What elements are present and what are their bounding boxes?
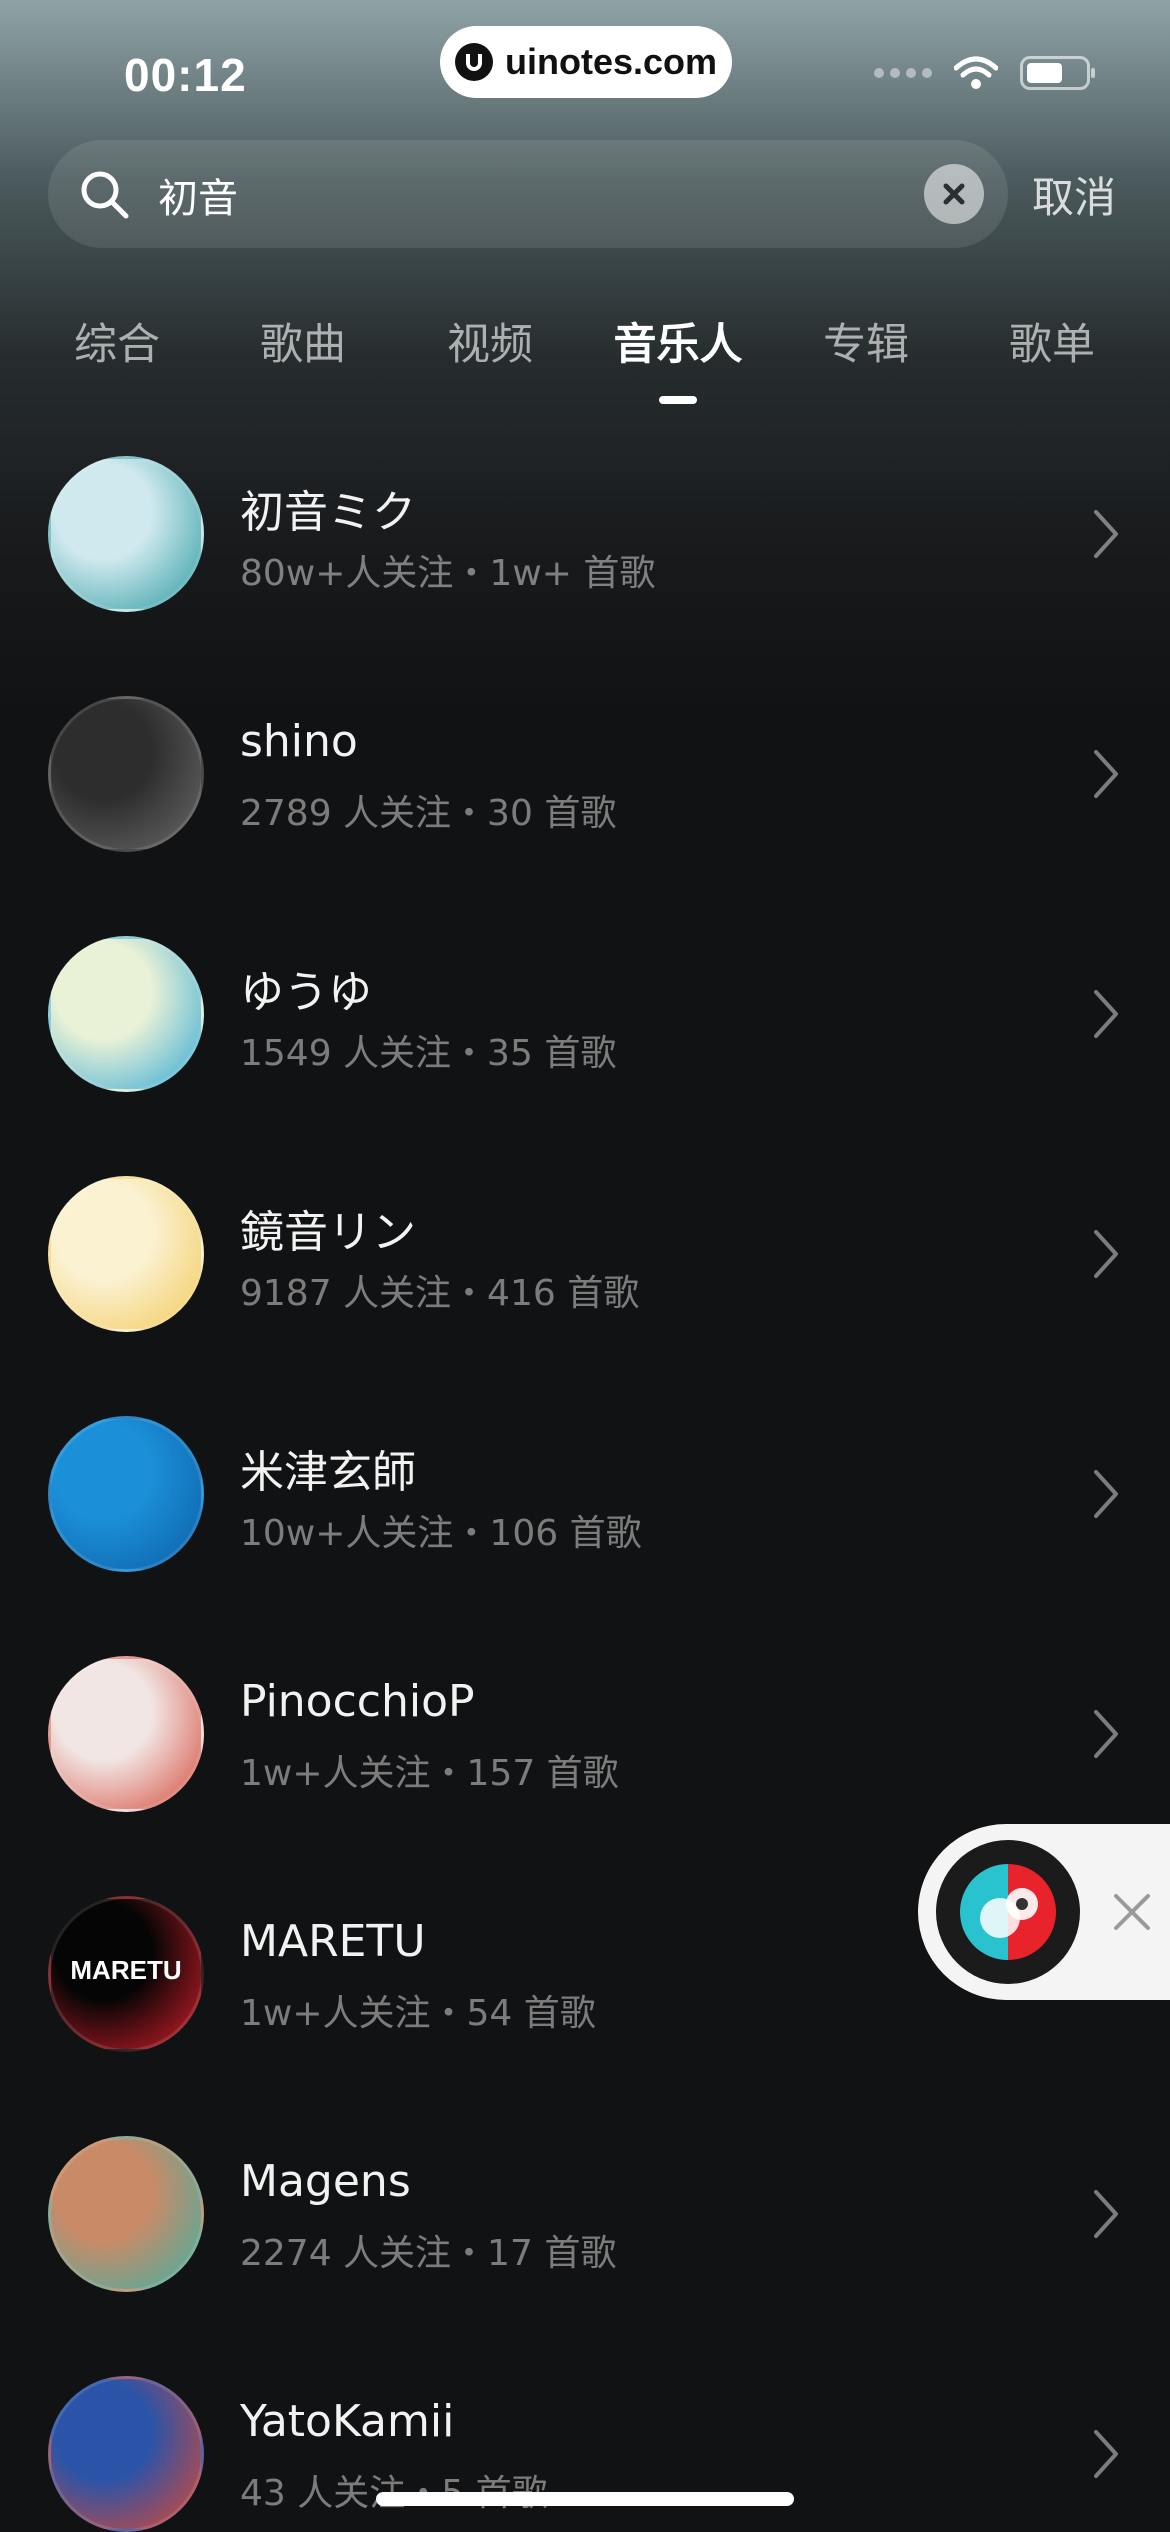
avatar: MARETU bbox=[48, 1896, 204, 2052]
avatar bbox=[48, 2376, 204, 2532]
cancel-button[interactable]: 取消 bbox=[1032, 164, 1116, 225]
tab-videos[interactable]: 视频 bbox=[447, 310, 533, 372]
artist-row[interactable]: 米津玄師 10w+人关注・106 首歌 bbox=[0, 1400, 1170, 1640]
category-tabs: 综合 歌曲 视频 音乐人 专辑 歌单 bbox=[0, 300, 1170, 410]
avatar bbox=[48, 1176, 204, 1332]
chevron-right-icon bbox=[1094, 1470, 1118, 1518]
chevron-right-icon bbox=[1094, 1230, 1118, 1278]
artist-row[interactable]: 初音ミク 80w+人关注・1w+ 首歌 bbox=[0, 440, 1170, 680]
chevron-right-icon bbox=[1094, 990, 1118, 1038]
artist-meta: 80w+人关注・1w+ 首歌 bbox=[240, 553, 656, 594]
chevron-right-icon bbox=[1094, 750, 1118, 798]
tab-artists[interactable]: 音乐人 bbox=[614, 310, 743, 372]
artist-name: MARETU bbox=[240, 1916, 426, 1967]
watermark-text: uinotes.com bbox=[504, 41, 718, 82]
artist-name: 鏡音リン bbox=[240, 1207, 416, 1258]
artist-meta: 1w+人关注・54 首歌 bbox=[240, 1993, 596, 2034]
active-tab-indicator bbox=[659, 396, 697, 404]
artist-name: 初音ミク bbox=[240, 487, 416, 538]
artist-meta: 1w+人关注・157 首歌 bbox=[240, 1753, 619, 1794]
artist-row[interactable]: 鏡音リン 9187 人关注・416 首歌 bbox=[0, 1160, 1170, 1400]
artist-meta: 9187 人关注・416 首歌 bbox=[240, 1273, 640, 1314]
avatar bbox=[48, 1416, 204, 1572]
now-playing-disc[interactable] bbox=[936, 1840, 1080, 1984]
artist-meta: 1549 人关注・35 首歌 bbox=[240, 1033, 617, 1074]
chevron-right-icon bbox=[1094, 1710, 1118, 1758]
close-icon[interactable] bbox=[1104, 1884, 1160, 1940]
home-indicator bbox=[376, 2492, 794, 2506]
floating-mini-player[interactable] bbox=[918, 1824, 1170, 2000]
status-bar: 00:12 uinotes.com bbox=[0, 0, 1170, 140]
avatar bbox=[48, 1656, 204, 1812]
artist-meta: 2274 人关注・17 首歌 bbox=[240, 2233, 617, 2274]
artist-name: Magens bbox=[240, 2156, 411, 2207]
chevron-right-icon bbox=[1094, 2430, 1118, 2478]
avatar bbox=[48, 456, 204, 612]
avatar bbox=[48, 936, 204, 1092]
search-bar[interactable] bbox=[48, 140, 1008, 248]
search-input[interactable] bbox=[156, 160, 940, 230]
tab-albums[interactable]: 专辑 bbox=[823, 310, 909, 372]
search-results-screen: 00:12 uinotes.com 初音 取消 综合 歌曲 视频 音乐人 专辑 … bbox=[0, 0, 1170, 2532]
tab-songs[interactable]: 歌曲 bbox=[260, 310, 346, 372]
wifi-icon bbox=[954, 56, 998, 89]
cellular-signal-icon bbox=[874, 68, 932, 78]
artist-row[interactable]: YatoKamii 43 人关注・5 首歌 bbox=[0, 2360, 1170, 2532]
avatar bbox=[48, 2136, 204, 2292]
status-time: 00:12 bbox=[124, 49, 247, 101]
artist-row[interactable]: shino 2789 人关注・30 首歌 bbox=[0, 680, 1170, 920]
watermark-logo-icon bbox=[454, 43, 493, 81]
watermark-badge: uinotes.com bbox=[440, 26, 732, 98]
clear-search-icon[interactable] bbox=[924, 164, 984, 224]
artist-row[interactable]: Magens 2274 人关注・17 首歌 bbox=[0, 2120, 1170, 2360]
artist-name: shino bbox=[240, 716, 358, 767]
tab-all[interactable]: 综合 bbox=[74, 310, 160, 372]
artist-row[interactable]: ゆうゆ 1549 人关注・35 首歌 bbox=[0, 920, 1170, 1160]
artist-name: 米津玄師 bbox=[240, 1447, 416, 1498]
chevron-right-icon bbox=[1094, 510, 1118, 558]
artist-name: YatoKamii bbox=[240, 2396, 455, 2447]
artist-meta: 2789 人关注・30 首歌 bbox=[240, 793, 617, 834]
battery-icon bbox=[1020, 56, 1095, 90]
avatar bbox=[48, 696, 204, 852]
tab-playlists[interactable]: 歌单 bbox=[1009, 310, 1095, 372]
now-playing-cover bbox=[960, 1864, 1056, 1960]
artist-meta: 43 人关注・5 首歌 bbox=[240, 2473, 548, 2514]
avatar-logo-text: MARETU bbox=[70, 1955, 182, 1985]
search-icon bbox=[81, 171, 129, 219]
artist-name: PinocchioP bbox=[240, 1676, 475, 1727]
artist-name: ゆうゆ bbox=[240, 967, 372, 1018]
chevron-right-icon bbox=[1094, 2190, 1118, 2238]
artist-meta: 10w+人关注・106 首歌 bbox=[240, 1513, 642, 1554]
